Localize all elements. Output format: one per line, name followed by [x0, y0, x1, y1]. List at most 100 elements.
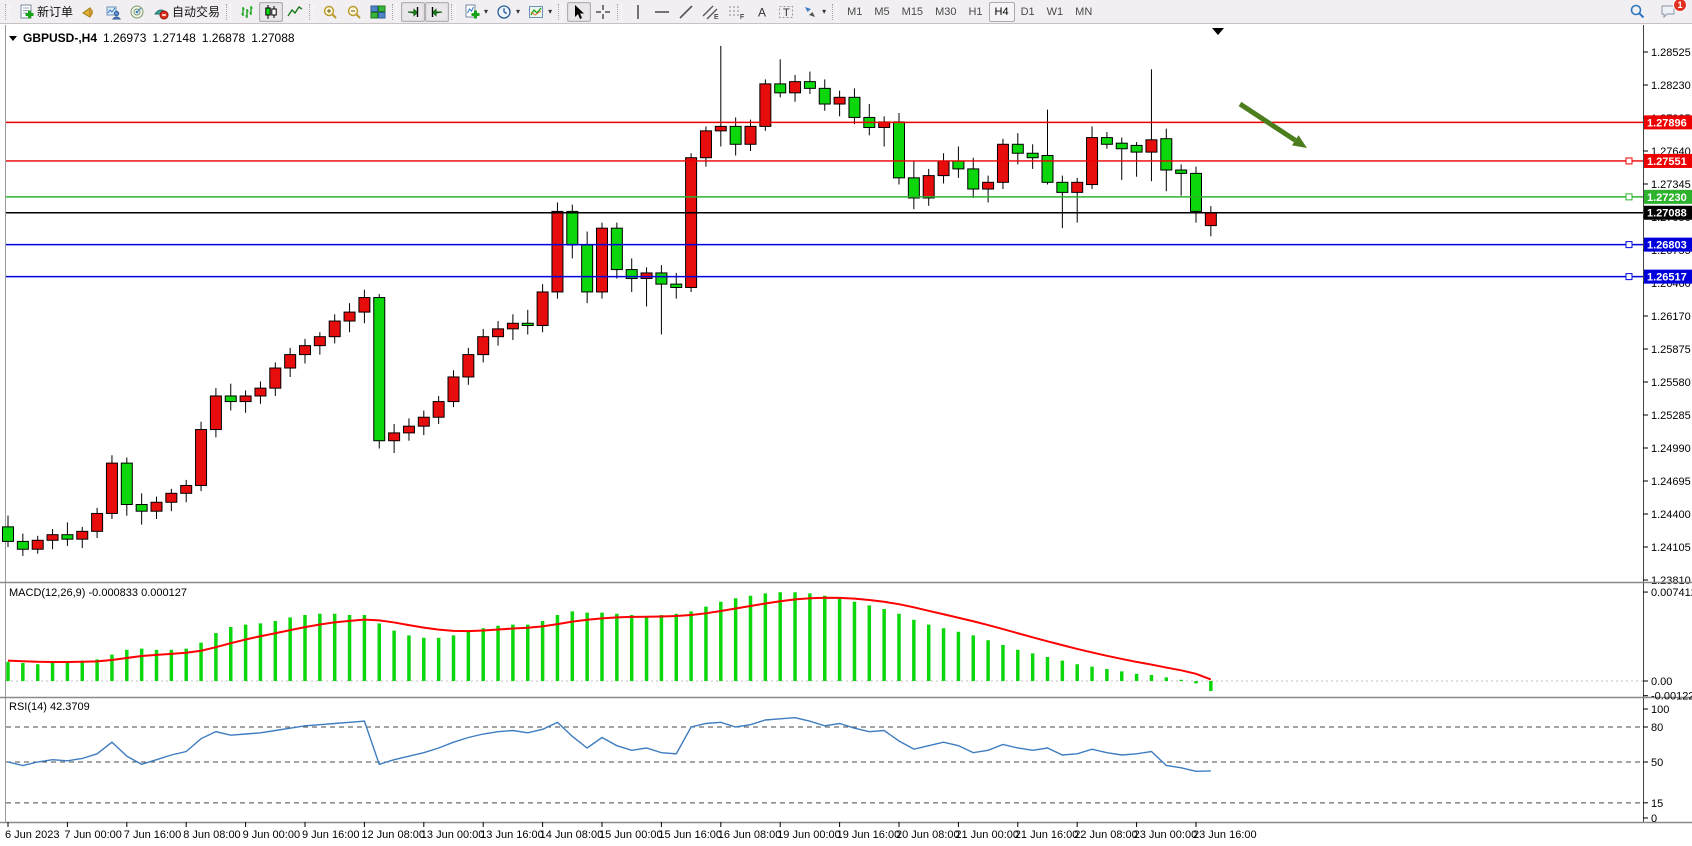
zoom-in-button[interactable]	[318, 2, 342, 22]
y-axis-tick-label: 1.26170	[1651, 311, 1691, 323]
symbol-dropdown-icon[interactable]	[9, 36, 17, 41]
chart-background	[0, 24, 1692, 846]
toolbar-grip[interactable]	[226, 4, 231, 20]
y-axis-tick-label: 1.23810	[1651, 575, 1691, 587]
vertical-line-tool-button[interactable]	[626, 2, 650, 22]
candle-body	[1042, 155, 1053, 182]
market-watch-button[interactable]	[101, 2, 125, 22]
toolbar-grip[interactable]	[309, 4, 314, 20]
candle-body	[1072, 182, 1083, 192]
fibonacci-tool-button[interactable]: F	[724, 2, 750, 22]
toolbar-grip[interactable]	[5, 4, 10, 20]
main-toolbar: 新订单 自动交易 ▾ ▾	[0, 0, 1692, 24]
bar-chart-button[interactable]	[235, 2, 259, 22]
candle-body	[923, 176, 934, 198]
line-handle-marker[interactable]	[1626, 158, 1632, 164]
x-axis-tick-label: 15 Jun 00:00	[599, 829, 663, 841]
candle-body	[1131, 145, 1142, 152]
timeframe-m15-button[interactable]: M15	[896, 2, 929, 22]
candle-body	[567, 211, 578, 245]
text-label-tool-button[interactable]: T	[774, 2, 798, 22]
timeframe-m30-button[interactable]: M30	[929, 2, 962, 22]
toolbar-grip[interactable]	[451, 4, 456, 20]
macd-name: MACD(12,26,9)	[9, 587, 85, 599]
indicators-icon	[464, 4, 480, 20]
line-handle-marker[interactable]	[1626, 194, 1632, 200]
periods-button[interactable]: ▾	[492, 2, 524, 22]
x-axis-tick-label: 9 Jun 16:00	[302, 829, 360, 841]
candle-body	[522, 323, 533, 325]
timeframe-h1-button[interactable]: H1	[962, 2, 988, 22]
candle-body	[255, 388, 266, 396]
auto-scroll-button[interactable]	[401, 2, 425, 22]
autotrade-button[interactable]: 自动交易	[149, 2, 224, 22]
text-tool-button[interactable]: A	[750, 2, 774, 22]
candle-body	[790, 82, 801, 93]
line-handle-marker[interactable]	[1626, 242, 1632, 248]
toolbar-grip[interactable]	[617, 4, 622, 20]
candle-body	[1101, 138, 1112, 145]
x-axis-tick-label: 14 Jun 08:00	[540, 829, 604, 841]
x-axis-tick-label: 16 Jun 08:00	[718, 829, 782, 841]
candle-body	[151, 502, 162, 511]
x-axis-tick-label: 22 Jun 08:00	[1074, 829, 1138, 841]
candle-body	[1027, 153, 1038, 157]
candle-body	[938, 161, 949, 176]
indicators-button[interactable]: ▾	[460, 2, 492, 22]
symbol-period-label: GBPUSD-,H4	[23, 31, 97, 45]
chart-canvas[interactable]: 1.285251.282301.279351.276401.273451.270…	[0, 0, 1692, 846]
candlestick-icon	[263, 4, 279, 20]
chart-shift-button[interactable]	[425, 2, 449, 22]
line-handle-marker[interactable]	[1626, 274, 1632, 280]
cursor-tool-button[interactable]	[567, 2, 591, 22]
horizontal-line-tool-button[interactable]	[650, 2, 674, 22]
toolbar-grip[interactable]	[392, 4, 397, 20]
search-button[interactable]	[1625, 2, 1650, 22]
candle-body	[448, 377, 459, 402]
price-badge-label: 1.26517	[1647, 272, 1687, 284]
x-axis-tick-label: 20 Jun 08:00	[896, 829, 960, 841]
candle-body	[641, 273, 652, 279]
arrows-tool-button[interactable]: ▾	[798, 2, 830, 22]
alerts-button[interactable]	[77, 2, 101, 22]
candle-body	[582, 245, 593, 292]
x-axis-tick-label: 12 Jun 08:00	[361, 829, 425, 841]
notifications-button[interactable]: 1	[1656, 2, 1681, 22]
zoom-out-button[interactable]	[342, 2, 366, 22]
candle-body	[537, 292, 548, 326]
toolbar-grip[interactable]	[832, 4, 837, 20]
candle-body	[270, 368, 281, 388]
candle-body	[62, 535, 73, 539]
toolbar-grip[interactable]	[558, 4, 563, 20]
notification-badge: 1	[1673, 0, 1687, 12]
tile-windows-icon	[370, 4, 386, 20]
x-axis-tick-label: 13 Jun 16:00	[480, 829, 544, 841]
candle-body	[389, 433, 400, 441]
templates-button[interactable]: ▾	[524, 2, 556, 22]
timeframe-h4-button[interactable]: H4	[989, 2, 1015, 22]
timeframe-mn-button[interactable]: MN	[1069, 2, 1098, 22]
candlestick-chart-button[interactable]	[259, 2, 283, 22]
line-chart-button[interactable]	[283, 2, 307, 22]
timeframe-d1-button[interactable]: D1	[1015, 2, 1041, 22]
timeframe-w1-button[interactable]: W1	[1041, 2, 1070, 22]
candle-body	[344, 312, 355, 321]
x-axis-tick-label: 7 Jun 16:00	[124, 829, 182, 841]
candle-body	[314, 337, 325, 346]
arrows-icon	[802, 4, 818, 20]
x-axis-tick-label: 13 Jun 00:00	[421, 829, 485, 841]
candle-body	[597, 228, 608, 292]
candle-body	[1191, 173, 1202, 211]
text-label-icon: T	[778, 4, 794, 20]
trendline-tool-button[interactable]	[674, 2, 698, 22]
new-order-button[interactable]: 新订单	[14, 2, 77, 22]
macd-signal-value: 0.000127	[141, 587, 187, 599]
timeframe-m1-button[interactable]: M1	[841, 2, 868, 22]
crosshair-tool-button[interactable]	[591, 2, 615, 22]
trendline-icon	[678, 4, 694, 20]
equidistant-channel-tool-button[interactable]: E	[698, 2, 724, 22]
signals-button[interactable]	[125, 2, 149, 22]
candle-body	[3, 527, 14, 542]
tile-windows-button[interactable]	[366, 2, 390, 22]
timeframe-m5-button[interactable]: M5	[868, 2, 895, 22]
